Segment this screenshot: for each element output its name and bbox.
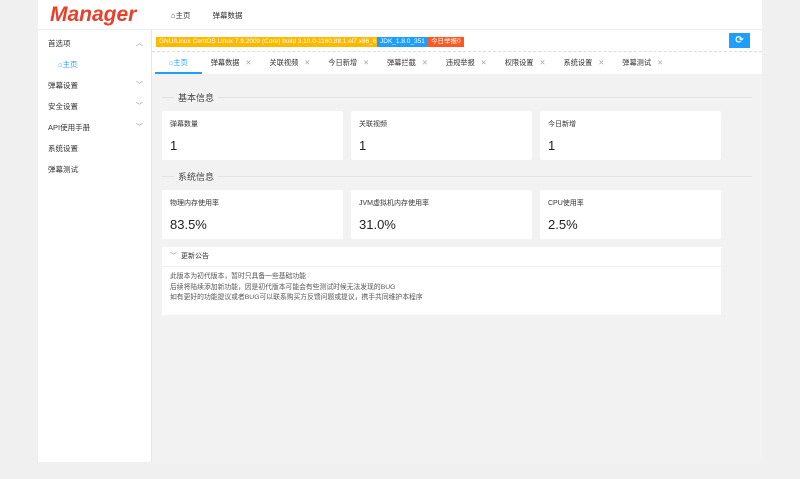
notice-header[interactable]: ﹀ 更新公告 [162, 247, 721, 267]
card-value: 1 [548, 138, 556, 153]
card-label: 弹幕数量 [170, 121, 198, 128]
top-nav: ⌂主页 弹幕数据 [171, 10, 243, 21]
tab-label: 弹幕数据 [210, 58, 240, 67]
sidebar-item-system-settings[interactable]: 系统设置 [38, 138, 151, 159]
refresh-icon: ⟳ [735, 35, 744, 46]
close-icon[interactable]: ✕ [481, 58, 487, 67]
stat-card-related-videos: 关联视频 1 [351, 111, 532, 160]
tab-reports[interactable]: 违规举报 ✕ [437, 52, 496, 74]
app-window: Manager ⌂主页 弹幕数据 首选项 ︿ ⌂主页 弹幕设置 ﹀ 安全设置 ﹀ AP… [38, 0, 762, 462]
stat-card-danmaku-count: 弹幕数量 1 [162, 111, 343, 160]
update-notice-panel: ﹀ 更新公告 此版本为初代版本，暂时只具备一些基础功能 后续将陆续添加新功能，因是… [162, 247, 721, 315]
tab-label: 关联视频 [269, 58, 299, 67]
card-label: 今日新增 [548, 121, 576, 128]
sidebar-item-preferences[interactable]: 首选项 ︿ [38, 33, 151, 54]
close-icon[interactable]: ✕ [304, 58, 310, 67]
tab-danmaku-data[interactable]: 弹幕数据 ✕ [202, 52, 261, 74]
tab-label: 违规举报 [445, 58, 475, 67]
sidebar-label: 首选项 [48, 39, 71, 48]
tab-label: 今日新增 [328, 58, 358, 67]
card-value: 83.5% [170, 217, 207, 232]
sidebar-label: 弹幕设置 [48, 81, 78, 90]
notice-body: 此版本为初代版本，暂时只具备一些基础功能 后续将陆续添加新功能，因是初代版本可能… [162, 267, 721, 309]
stat-card-cpu: CPU使用率 2.5% [540, 190, 721, 239]
sidebar-item-api-manual[interactable]: API使用手册 ﹀ [38, 117, 151, 138]
sidebar: 首选项 ︿ ⌂主页 弹幕设置 ﹀ 安全设置 ﹀ API使用手册 ﹀ 系统设置 弹幕测试 [38, 30, 151, 462]
sidebar-item-danmaku-test[interactable]: 弹幕测试 [38, 159, 151, 180]
sidebar-label: API使用手册 [48, 123, 91, 132]
report-badge: 今日举报0 [428, 37, 464, 47]
chevron-down-icon: ﹀ [136, 103, 143, 110]
section-system-info: 系统信息 [162, 170, 752, 183]
close-icon[interactable]: ✕ [598, 58, 604, 67]
card-label: 关联视频 [359, 121, 387, 128]
tab-label: 系统设置 [563, 58, 593, 67]
jdk-badge: JDK_1.8.0_351 [377, 37, 428, 47]
tab-danmaku-block[interactable]: 弹幕拦截 ✕ [378, 52, 437, 74]
top-nav-home[interactable]: ⌂主页 [171, 10, 191, 21]
section-basic-info: 基本信息 [162, 91, 752, 104]
os-badge: GNU/Linux CentOS Linux 7.9.2009 (Core) b… [156, 37, 384, 47]
header: Manager ⌂主页 弹幕数据 [38, 0, 762, 30]
card-value: 1 [170, 138, 178, 153]
info-bar: GNU/Linux CentOS Linux 7.9.2009 (Core) b… [152, 30, 762, 52]
tab-today-new[interactable]: 今日新增 ✕ [319, 52, 378, 74]
notice-line: 如有更好的功能提议或者BUG可以联系购买方反馈问题或提议，携手共同维护本程序 [170, 294, 423, 301]
tab-label: 弹幕拦截 [387, 58, 416, 67]
tab-label: 弹幕测试 [622, 58, 652, 67]
tab-home[interactable]: ⌂主页 [155, 52, 202, 74]
sidebar-label: 安全设置 [48, 102, 78, 111]
tab-bar: ⌂主页 弹幕数据 ✕ 关联视频 ✕ 今日新增 ✕ 弹幕拦截 ✕ 违规举报 ✕ 权限设置 ✕ … [152, 52, 762, 74]
close-icon[interactable]: ✕ [363, 58, 369, 67]
section-title: 系统信息 [174, 170, 219, 183]
stat-card-today-new: 今日新增 1 [540, 111, 721, 160]
section-title: 基本信息 [174, 91, 219, 104]
close-icon[interactable]: ✕ [657, 58, 663, 67]
card-label: JVM虚拟机内存使用率 [359, 200, 429, 207]
sidebar-item-security[interactable]: 安全设置 ﹀ [38, 96, 151, 117]
close-icon[interactable]: ✕ [539, 58, 545, 67]
notice-line: 此版本为初代版本，暂时只具备一些基础功能 [170, 273, 306, 280]
notice-line: 后续将陆续添加新功能，因是初代版本可能会有些测试时候无法发现的BUG [170, 283, 396, 291]
card-label: CPU使用率 [548, 200, 584, 207]
refresh-button[interactable]: ⟳ [729, 33, 750, 48]
stat-card-jvm: JVM虚拟机内存使用率 31.0% [351, 190, 532, 239]
close-icon[interactable]: ✕ [245, 58, 251, 67]
logo: Manager [50, 3, 137, 26]
card-value: 2.5% [548, 217, 578, 232]
stat-card-memory: 物理内存使用率 83.5% [162, 190, 343, 239]
tab-system-settings[interactable]: 系统设置 ✕ [555, 52, 614, 74]
chevron-down-icon: ﹀ [136, 124, 143, 131]
chevron-down-icon: ﹀ [170, 253, 177, 260]
close-icon[interactable]: ✕ [422, 58, 428, 67]
notice-title: 更新公告 [181, 253, 209, 260]
card-value: 31.0% [359, 217, 396, 232]
main-content: GNU/Linux CentOS Linux 7.9.2009 (Core) b… [151, 30, 762, 462]
card-value: 1 [359, 138, 367, 153]
card-label: 物理内存使用率 [170, 200, 219, 207]
sidebar-item-danmaku-settings[interactable]: 弹幕设置 ﹀ [38, 75, 151, 96]
tab-label: 权限设置 [504, 58, 534, 67]
tab-permissions[interactable]: 权限设置 ✕ [496, 52, 555, 74]
chevron-down-icon: ﹀ [136, 82, 143, 89]
tab-related-videos[interactable]: 关联视频 ✕ [261, 52, 320, 74]
chevron-up-icon: ︿ [136, 40, 143, 47]
sidebar-item-home[interactable]: ⌂主页 [38, 54, 151, 75]
top-nav-danmaku-data[interactable]: 弹幕数据 [213, 10, 243, 21]
tab-danmaku-test[interactable]: 弹幕测试 ✕ [613, 52, 672, 74]
